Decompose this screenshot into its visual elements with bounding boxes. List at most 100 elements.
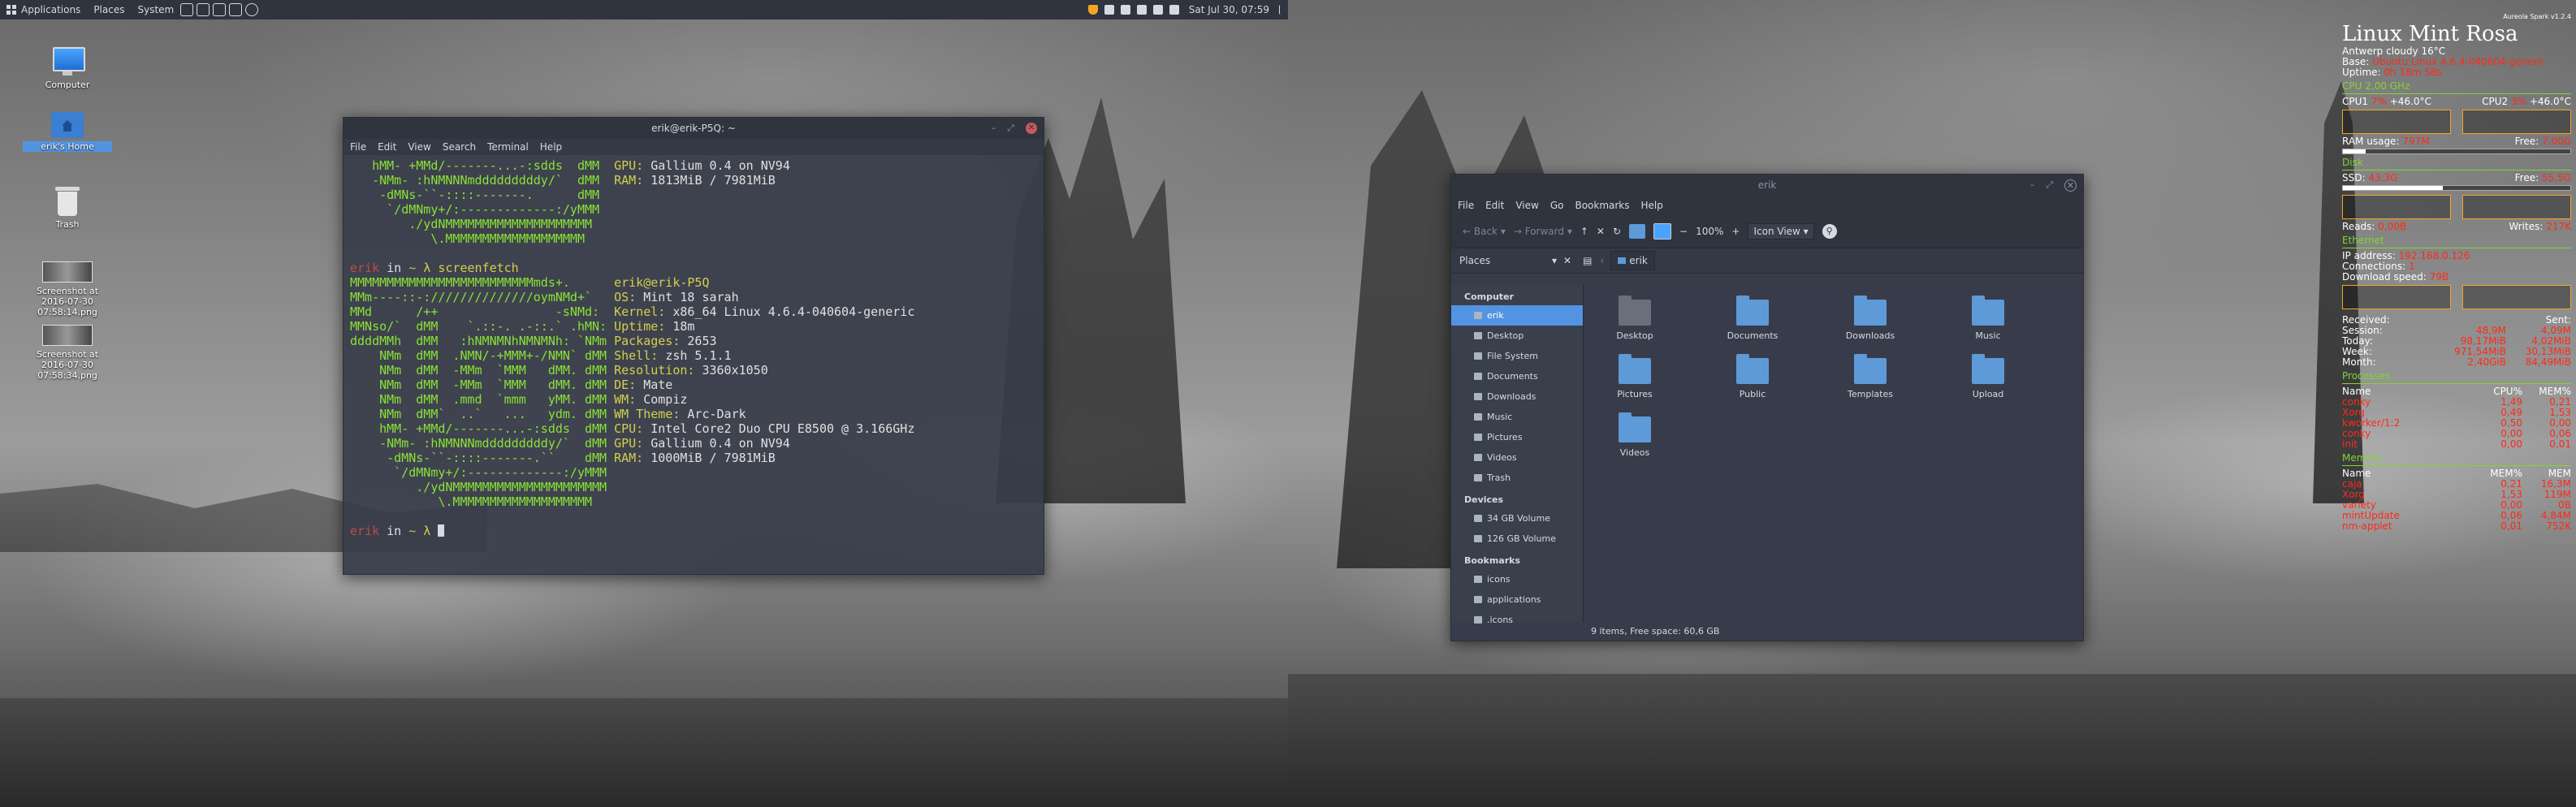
sidebar-item[interactable]: 34 GB Volume (1451, 508, 1583, 529)
chevron-icon[interactable] (1279, 5, 1285, 15)
minimize-icon[interactable]: – (992, 118, 996, 139)
home-folder-icon[interactable] (1629, 224, 1646, 239)
minimize-icon[interactable]: – (2030, 175, 2035, 196)
update-icon[interactable] (1104, 5, 1114, 15)
file-item[interactable]: Downloads (1830, 296, 1911, 341)
desktop-icon-computer[interactable]: Computer (23, 47, 112, 90)
shield-icon[interactable] (1087, 5, 1098, 15)
terminal-window[interactable]: erik@erik-P5Q: ~ – ⤢ ✕ File Edit View Se… (343, 117, 1044, 575)
prompt-line: erik in ~ λ (350, 524, 1037, 538)
desktop-icon-home[interactable]: erik's Home (23, 112, 112, 152)
sidebar-item[interactable]: Documents (1451, 366, 1583, 386)
file-item[interactable]: Videos (1594, 412, 1675, 458)
places-menu[interactable]: Places (87, 0, 131, 19)
system-menu[interactable]: System (131, 0, 180, 19)
info-key: RAM: (614, 451, 651, 465)
file-item[interactable]: Pictures (1594, 354, 1675, 399)
conky-widget: Aureola Spark v1.2.4 Linux Mint Rosa Ant… (2342, 11, 2571, 807)
maximize-icon[interactable]: ⤢ (2046, 175, 2053, 196)
menu-bookmarks[interactable]: Bookmarks (1575, 200, 1629, 211)
info-value: Compiz (643, 392, 688, 407)
launcher-icon-5[interactable] (245, 3, 259, 16)
file-manager-window[interactable]: erik – ⤢ ✕ File Edit View Go Bookmarks H… (1450, 174, 2084, 641)
fm-titlebar[interactable]: erik – ⤢ ✕ (1451, 175, 2083, 196)
file-item[interactable]: Templates (1830, 354, 1911, 399)
logo-fragment: MMm----::-://////////////oymNMd+` (350, 290, 593, 304)
terminal-line: \.MMMMMMMMMMMMMMMMMMM (350, 231, 1037, 246)
close-sidebar-icon[interactable]: ✕ (1563, 255, 1571, 266)
forward-button[interactable]: → Forward ▾ (1514, 226, 1572, 237)
reload-icon[interactable]: ↻ (1613, 226, 1621, 237)
places-select[interactable]: Places ▾ (1451, 255, 1557, 266)
file-item[interactable]: Music (1947, 296, 2029, 341)
volume-icon[interactable] (1152, 5, 1163, 15)
zoom-out-icon[interactable]: − (1679, 226, 1688, 237)
file-item[interactable]: Desktop (1594, 296, 1675, 341)
stop-icon[interactable]: ✕ (1597, 226, 1605, 237)
desktop-icon-label: Screenshot at 2016-07-30 07:58:34.png (36, 349, 99, 381)
sidebar-item[interactable]: Videos (1451, 447, 1583, 468)
logo-fragment: `/dMNmy+/:-------------:/yMMM (350, 202, 600, 217)
menu-terminal[interactable]: Terminal (487, 141, 529, 153)
desktop-icon-trash[interactable]: Trash (23, 187, 112, 230)
sidebar-item[interactable]: 126 GB Volume (1451, 529, 1583, 549)
launcher-icon-2[interactable] (197, 3, 210, 16)
close-icon[interactable]: ✕ (2064, 179, 2077, 192)
desktop-icon-screenshot-1[interactable]: Screenshot at 2016-07-30 07:58:14.png (23, 261, 112, 317)
menu-view[interactable]: View (1515, 200, 1538, 211)
file-item-label: Downloads (1845, 330, 1895, 341)
launcher-icon-3[interactable] (213, 3, 227, 16)
zoom-level: 100% (1696, 226, 1724, 237)
up-arrow-icon[interactable]: ↑ (1580, 226, 1588, 237)
toggle-path-icon[interactable]: ▤ (1583, 255, 1592, 266)
menu-edit[interactable]: Edit (1485, 200, 1504, 211)
sidebar-item[interactable]: icons (1451, 569, 1583, 589)
menu-file[interactable]: File (1458, 200, 1474, 211)
sidebar-item[interactable]: applications (1451, 589, 1583, 610)
sidebar-item[interactable]: Desktop (1451, 326, 1583, 346)
network-icon[interactable] (1120, 5, 1130, 15)
menu-help[interactable]: Help (540, 141, 562, 153)
back-button[interactable]: ← Back ▾ (1463, 226, 1506, 237)
menu-help[interactable]: Help (1641, 200, 1663, 211)
folder-icon (1736, 296, 1769, 326)
sidebar-item[interactable]: Trash (1451, 468, 1583, 488)
sidebar-item[interactable]: Music (1451, 407, 1583, 427)
sidebar-item[interactable]: .icons (1451, 610, 1583, 630)
path-left-arrow-icon[interactable]: ‹ (1600, 255, 1604, 266)
sidebar-item[interactable]: erik (1451, 305, 1583, 326)
file-item[interactable]: Upload (1947, 354, 2029, 399)
view-mode-select[interactable]: Icon View ▾ (1748, 223, 1814, 240)
applications-menu[interactable]: Applications (0, 0, 87, 19)
sidebar-item[interactable]: File System (1451, 346, 1583, 366)
sidebar-item[interactable]: Downloads (1451, 386, 1583, 407)
menu-view[interactable]: View (408, 141, 430, 153)
desktop-icon-screenshot-2[interactable]: Screenshot at 2016-07-30 07:58:34.png (23, 325, 112, 381)
clock[interactable]: Sat Jul 30, 07:59 (1182, 0, 1276, 19)
search-icon[interactable]: ⚲ (1822, 224, 1837, 239)
logo-fragment: -NMm- :hNMNNNmdddddddddy/` dMM (350, 436, 607, 451)
file-item[interactable]: Documents (1712, 296, 1793, 341)
computer-icon[interactable] (1653, 223, 1672, 240)
user-icon[interactable] (1169, 5, 1179, 15)
menu-search[interactable]: Search (443, 141, 476, 153)
file-item[interactable]: Public (1712, 354, 1793, 399)
ssd-bar (2342, 185, 2571, 191)
zoom-in-icon[interactable]: + (1731, 226, 1740, 237)
sidebar-item-label: 126 GB Volume (1487, 533, 1556, 544)
sidebar-item-label: Music (1487, 412, 1513, 422)
launcher-icon-1[interactable] (180, 3, 194, 16)
path-crumb-erik[interactable]: erik (1610, 251, 1655, 270)
maximize-icon[interactable]: ⤢ (1007, 118, 1014, 139)
terminal-titlebar[interactable]: erik@erik-P5Q: ~ – ⤢ ✕ (344, 118, 1044, 139)
menu-go[interactable]: Go (1550, 200, 1564, 211)
menu-edit[interactable]: Edit (378, 141, 396, 153)
terminal-output[interactable]: hMM- +MMd/-------...-:sdds dMM GPU: Gall… (344, 155, 1044, 542)
network-strength-icon[interactable] (1136, 5, 1147, 15)
close-icon[interactable]: ✕ (1026, 123, 1037, 134)
sidebar-item[interactable]: Pictures (1451, 427, 1583, 447)
launcher-icon-4[interactable] (229, 3, 243, 16)
menu-file[interactable]: File (350, 141, 366, 153)
ssd-bar-fill (2343, 186, 2444, 190)
fm-icon-view[interactable]: Desktop Documents Downloads Music Pictures Pu… (1594, 285, 2083, 623)
